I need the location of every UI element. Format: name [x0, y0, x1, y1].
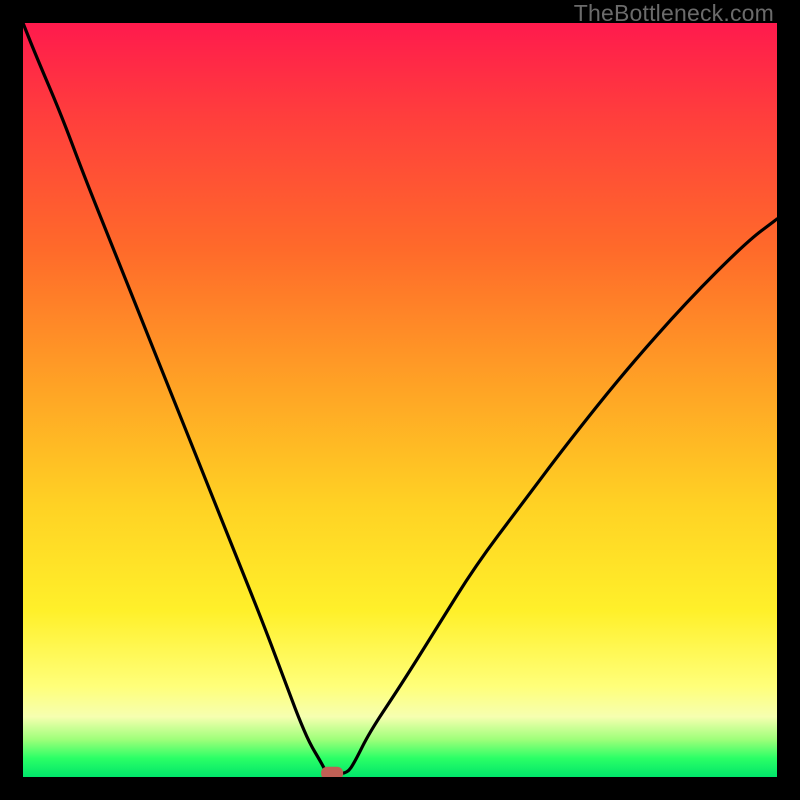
bottleneck-curve-svg [23, 23, 777, 777]
bottleneck-curve [23, 23, 777, 773]
optimal-point-marker [321, 767, 343, 777]
chart-frame: TheBottleneck.com [0, 0, 800, 800]
plot-area [23, 23, 777, 777]
attribution-text: TheBottleneck.com [574, 0, 774, 27]
